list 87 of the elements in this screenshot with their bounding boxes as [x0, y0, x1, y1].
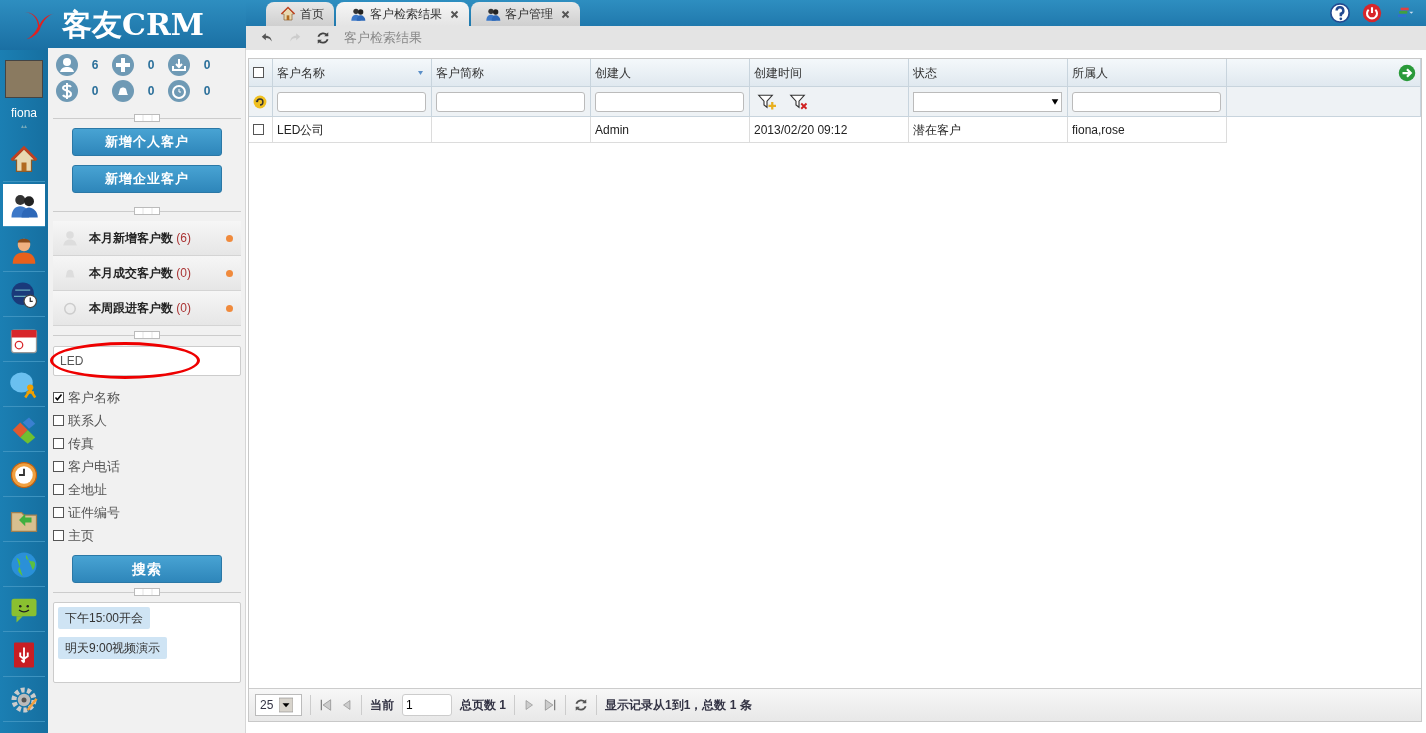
- checkbox[interactable]: [53, 438, 64, 449]
- add-filter-icon[interactable]: [756, 92, 778, 111]
- select-all-checkbox[interactable]: [253, 67, 264, 78]
- people-icon: [350, 6, 366, 22]
- arrow-right-icon[interactable]: [1398, 63, 1416, 82]
- row-checkbox[interactable]: [253, 124, 264, 135]
- home-icon: [9, 145, 39, 175]
- plus-icon: [111, 53, 135, 77]
- globe-icon: [9, 550, 39, 580]
- logo-text: 客友CRM: [62, 10, 205, 40]
- filter-field[interactable]: [595, 91, 744, 112]
- drag-handle[interactable]: [134, 588, 160, 596]
- table-cell: 潜在客户: [909, 117, 1068, 143]
- drag-handle[interactable]: [134, 331, 160, 339]
- filter-field[interactable]: [436, 91, 585, 112]
- stat-count: 0: [90, 83, 100, 100]
- status-dot: [226, 234, 233, 242]
- note-tag[interactable]: 明天9:00视频演示: [58, 637, 168, 659]
- toolbar-title: 客户检索结果: [344, 29, 422, 48]
- drag-handle[interactable]: [134, 207, 160, 215]
- dropdown-icon: [279, 697, 294, 713]
- refresh-icon[interactable]: [316, 31, 330, 45]
- page-size-select[interactable]: 25: [255, 694, 302, 716]
- person-icon: [55, 53, 79, 77]
- checkbox[interactable]: [53, 484, 64, 495]
- drag-handle[interactable]: [134, 114, 160, 122]
- tab[interactable]: 客户管理: [471, 2, 580, 26]
- tab[interactable]: 首页: [266, 2, 334, 26]
- table-cell: 2013/02/20 09:12: [750, 117, 909, 143]
- checkbox-label: 主页: [68, 526, 94, 545]
- checkbox[interactable]: [53, 461, 64, 472]
- stat-count: 0: [146, 57, 156, 74]
- help-icon[interactable]: [1330, 3, 1350, 23]
- table-cell: LED公司: [273, 117, 432, 143]
- user-name: fiona: [11, 105, 37, 122]
- clock-icon: [9, 460, 39, 490]
- chat-person-icon: [9, 370, 39, 400]
- avatar: [5, 60, 43, 98]
- dollar-icon: [55, 79, 79, 103]
- checkbox-label: 客户电话: [68, 457, 120, 476]
- checkbox-label: 证件编号: [68, 503, 120, 522]
- alarm-clock-icon: [167, 79, 191, 103]
- globe-icon: [9, 280, 39, 310]
- last-page-icon[interactable]: [543, 698, 557, 712]
- page-number-field[interactable]: 1: [402, 694, 452, 716]
- stat-count: 6: [90, 57, 100, 74]
- clear-filter-icon[interactable]: [788, 92, 810, 111]
- filter-field[interactable]: [277, 91, 426, 112]
- total-pages-label: 总页数 1: [460, 697, 506, 714]
- status-dot: [226, 269, 233, 277]
- summary-item[interactable]: 本月成交客户数 (0): [53, 256, 241, 291]
- first-page-icon[interactable]: [319, 698, 333, 712]
- rail-button[interactable]: [3, 184, 45, 227]
- home-icon: [280, 6, 296, 22]
- close-icon[interactable]: [450, 9, 459, 19]
- filter-field[interactable]: [1072, 91, 1221, 112]
- checkbox-label: 联系人: [68, 411, 107, 430]
- bell-icon: [111, 79, 135, 103]
- refresh-icon[interactable]: [574, 698, 588, 712]
- record-info: 显示记录从1到1，总数 1 条: [605, 697, 752, 714]
- dropdown-icon: [1049, 97, 1061, 106]
- tab[interactable]: 客户检索结果: [336, 2, 469, 26]
- search-field[interactable]: LED: [53, 346, 241, 376]
- stat-count: 0: [146, 83, 156, 100]
- sort-icon[interactable]: [416, 69, 425, 76]
- gear-icon: [9, 685, 39, 715]
- stat-count: 0: [202, 83, 212, 100]
- checkbox[interactable]: [53, 530, 64, 541]
- stat-count: 0: [202, 57, 212, 74]
- close-icon[interactable]: [561, 9, 570, 19]
- checkbox[interactable]: [53, 415, 64, 426]
- summary-item[interactable]: 本周跟进客户数 (0): [53, 291, 241, 326]
- note-tag[interactable]: 下午15:00开会: [58, 607, 151, 629]
- checkbox[interactable]: [53, 507, 64, 518]
- page-label: 当前: [370, 697, 394, 714]
- download-icon: [167, 53, 191, 77]
- power-icon[interactable]: [1362, 3, 1382, 23]
- table-cell: Admin: [591, 117, 750, 143]
- checkbox-label: 全地址: [68, 480, 107, 499]
- checkbox-label: 客户名称: [68, 388, 120, 407]
- table-cell: fiona,rose: [1068, 117, 1227, 143]
- checkbox[interactable]: [53, 392, 64, 403]
- people-icon: [485, 6, 501, 22]
- summary-item[interactable]: 本月新增客户数 (6): [53, 221, 241, 256]
- status-dot: [226, 304, 233, 312]
- checkbox-label: 传真: [68, 434, 94, 453]
- reset-filter-icon[interactable]: [253, 94, 267, 109]
